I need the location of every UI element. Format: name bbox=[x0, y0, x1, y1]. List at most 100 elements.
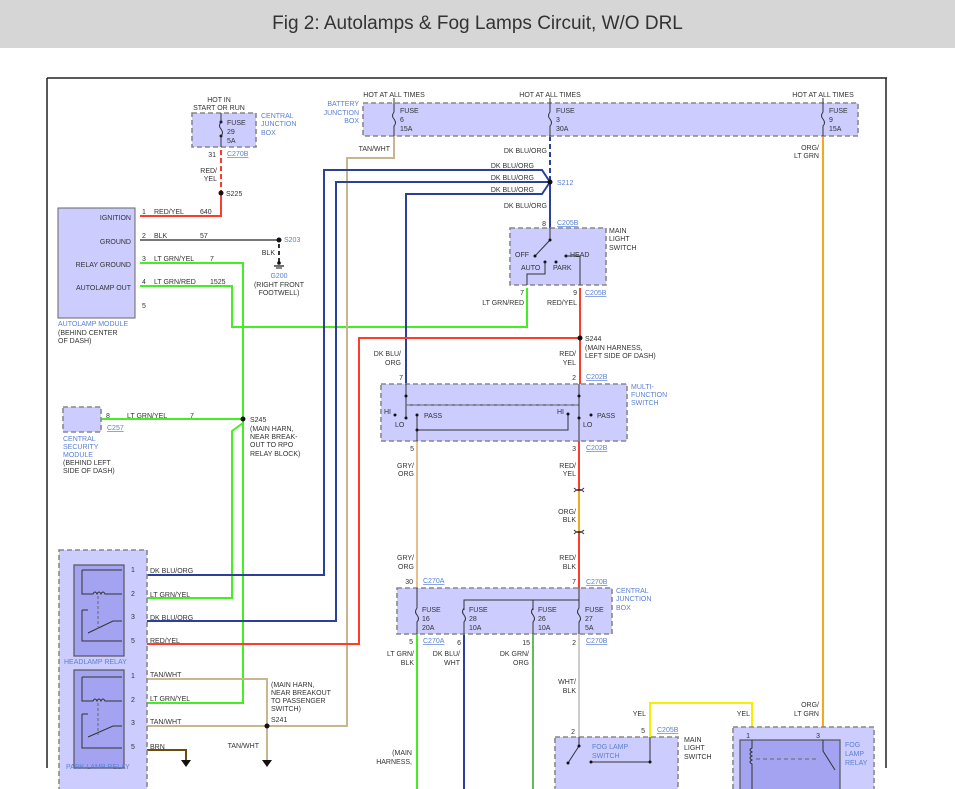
switch-position-label: HEAD bbox=[570, 252, 589, 259]
pin-number: 4 bbox=[142, 279, 146, 286]
connector-id[interactable]: C270B bbox=[586, 638, 608, 645]
pin-number: 8 bbox=[106, 413, 110, 420]
circuit-number: 1525 bbox=[210, 279, 226, 286]
ground-icon bbox=[274, 261, 284, 269]
component-name: MULTI- bbox=[631, 384, 654, 391]
wire-color-label: LT GRN bbox=[794, 153, 819, 160]
wire-color-label: LT GRN/YEL bbox=[154, 256, 194, 263]
wire-color-label: BLK bbox=[401, 660, 415, 667]
connector-id[interactable]: C270B bbox=[586, 579, 608, 586]
wire-color-label: ORG/ bbox=[558, 509, 576, 516]
fuse-amps: 5A bbox=[227, 138, 236, 145]
pin-label: AUTOLAMP OUT bbox=[76, 285, 132, 292]
pin-number: 8 bbox=[542, 221, 546, 228]
multifunction-switch: 7 2 C202B MULTI- FUNCTION SWITCH HI LO P… bbox=[380, 374, 667, 453]
component-name: AUTOLAMP MODULE bbox=[58, 321, 128, 328]
wire-color-label: DK BLU/ORG bbox=[150, 615, 193, 622]
wire-color-label: LT GRN/RED bbox=[482, 300, 524, 307]
splice-location: NEAR BREAKOUT bbox=[271, 690, 332, 697]
wire-color-label: DK BLU/ORG bbox=[491, 187, 534, 194]
splice-location: RELAY BLOCK) bbox=[250, 451, 300, 458]
connector-id[interactable]: C202B bbox=[586, 445, 608, 452]
fuse-label: FUSE bbox=[538, 607, 557, 614]
connector-id[interactable]: C202B bbox=[586, 374, 608, 381]
pin-number: 1 bbox=[131, 567, 135, 574]
component-name: SWITCH bbox=[609, 245, 637, 252]
splice-id: S203 bbox=[284, 237, 300, 244]
fuse-amps: 20A bbox=[422, 625, 435, 632]
wire-color-label: ORG bbox=[398, 471, 414, 478]
central-junction-box-top: HOT IN START OR RUN FUSE 29 5A CENTRAL J… bbox=[191, 97, 296, 198]
fuse-number: 28 bbox=[469, 616, 477, 623]
wire-color-label: RED/YEL bbox=[547, 300, 577, 307]
fuse-amps: 30A bbox=[556, 126, 569, 133]
wire-color-label: WHT/ bbox=[558, 679, 576, 686]
connector-id[interactable]: C205B bbox=[557, 220, 579, 227]
splice-location: NEAR BREAK- bbox=[250, 434, 298, 441]
fuse-label: FUSE bbox=[556, 108, 575, 115]
wire-color-label: YEL bbox=[737, 711, 750, 718]
splice-location: OUT TO RPO bbox=[250, 442, 294, 449]
wire-color-label: LT GRN/ bbox=[387, 651, 414, 658]
splice-location: (MAIN HARN, bbox=[250, 426, 294, 433]
component-name: BATTERY bbox=[327, 101, 359, 108]
fuse-number: 6 bbox=[400, 117, 404, 124]
component-name: CENTRAL bbox=[261, 113, 294, 120]
component-name: BOX bbox=[344, 118, 359, 125]
wire-color-label: TAN/WHT bbox=[359, 146, 391, 153]
connector-id[interactable]: C257 bbox=[107, 425, 124, 432]
wire-color-label: YEL bbox=[633, 711, 646, 718]
hot-in-label: HOT IN bbox=[207, 97, 231, 104]
wire-color-label: LT GRN bbox=[794, 711, 819, 718]
connector-id[interactable]: C270A bbox=[423, 578, 445, 585]
harness-note: HARNESS, bbox=[376, 759, 412, 766]
wire-color-label: DK BLU/ORG bbox=[150, 568, 193, 575]
splice-dot bbox=[218, 190, 224, 196]
wire-color-label: DK BLU/ORG bbox=[491, 175, 534, 182]
wire-color-label: TAN/WHT bbox=[150, 672, 182, 679]
wire-color-label: ORG/ bbox=[801, 145, 819, 152]
power-label: HOT AT ALL TIMES bbox=[363, 92, 425, 99]
pin-number: 2 bbox=[571, 729, 575, 736]
component-name: JUNCTION bbox=[324, 110, 359, 117]
wire-color-label: LT GRN/RED bbox=[154, 279, 196, 286]
wiring-diagram: HOT IN START OR RUN FUSE 29 5A CENTRAL J… bbox=[46, 77, 887, 789]
fuse-number: 3 bbox=[556, 117, 560, 124]
component-name: BOX bbox=[261, 130, 276, 137]
component-location: (BEHIND LEFT bbox=[63, 460, 112, 467]
hot-in-label: START OR RUN bbox=[193, 105, 245, 112]
wire-color-label: BLK bbox=[563, 564, 577, 571]
circuit-number: 57 bbox=[200, 233, 208, 240]
splice-location: SWITCH) bbox=[271, 706, 301, 713]
wire-color-label: BLK bbox=[563, 688, 577, 695]
wire-color-label: LT GRN/YEL bbox=[150, 592, 190, 599]
wire-color-label: RED/YEL bbox=[154, 209, 184, 216]
fuse-amps: 10A bbox=[469, 625, 482, 632]
power-label: HOT AT ALL TIMES bbox=[519, 92, 581, 99]
splice-location: (MAIN HARNESS, bbox=[585, 345, 643, 352]
pin-number: 3 bbox=[572, 446, 576, 453]
splice-id: S212 bbox=[557, 180, 573, 187]
component-name: SWITCH bbox=[631, 400, 659, 407]
wire-color-label: ORG/ bbox=[801, 702, 819, 709]
circuit-number: 7 bbox=[190, 413, 194, 420]
component-name: HEADLAMP RELAY bbox=[64, 659, 127, 666]
pin-number: 3 bbox=[142, 256, 146, 263]
connector-id[interactable]: C270A bbox=[423, 638, 445, 645]
component-name: SWITCH bbox=[684, 754, 712, 761]
component-name: SWITCH bbox=[592, 753, 620, 760]
fuse-label: FUSE bbox=[585, 607, 604, 614]
component-name: FOG LAMP bbox=[592, 744, 629, 751]
pin-number: 15 bbox=[522, 640, 530, 647]
connector-id[interactable]: C205B bbox=[585, 290, 607, 297]
fuse-label: FUSE bbox=[829, 108, 848, 115]
fuse-number: 27 bbox=[585, 616, 593, 623]
fuse-amps: 10A bbox=[538, 625, 551, 632]
connector-id[interactable]: C270B bbox=[227, 151, 249, 158]
arrow-down-icon bbox=[181, 760, 191, 767]
fuse-amps: 15A bbox=[400, 126, 413, 133]
circuit-number: 640 bbox=[200, 209, 212, 216]
splice-dot bbox=[547, 179, 553, 185]
connector-id[interactable]: C205B bbox=[657, 727, 679, 734]
autolamp-module: IGNITION GROUND RELAY GROUND AUTOLAMP OU… bbox=[57, 207, 226, 345]
